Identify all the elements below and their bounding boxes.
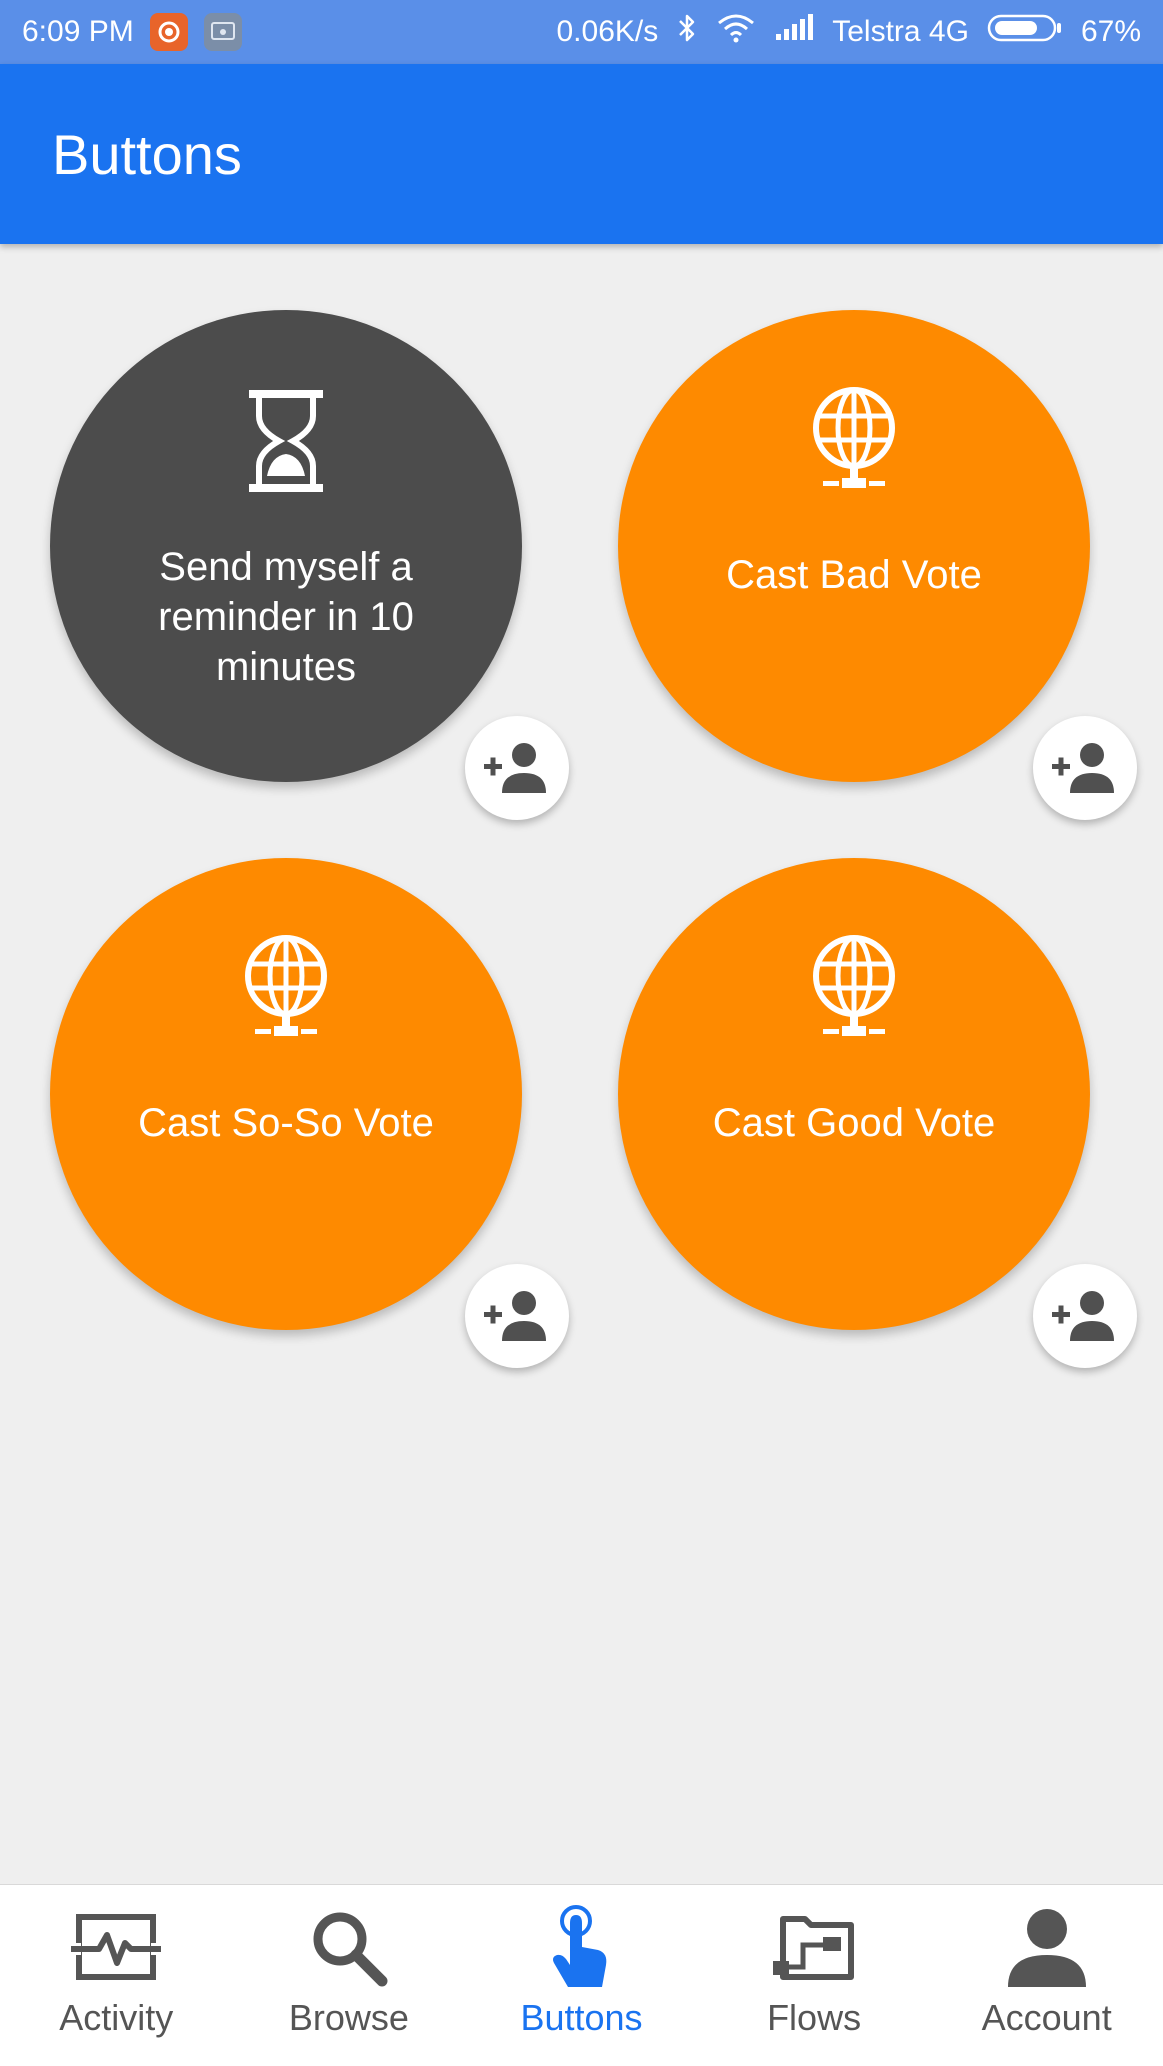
add-person-button[interactable] [1033,1264,1137,1368]
globe-network-icon [813,387,895,488]
nav-item-buttons[interactable]: Buttons [465,1885,698,2066]
status-time: 6:09 PM [22,15,134,48]
network-speed: 0.06K/s [556,15,659,48]
add-person-icon [1052,1291,1114,1341]
nav-item-flows[interactable]: Flows [698,1885,931,2066]
app-notification-icon [149,13,188,51]
globe-network-icon [245,935,327,1036]
wifi-icon [716,13,756,51]
cast-bad-vote-button[interactable]: Cast Bad Vote [618,310,1090,782]
nav-label: Buttons [520,1997,643,2038]
battery-icon [987,13,1063,51]
status-left: 6:09 PM [22,13,242,51]
nav-label: Account [981,1997,1112,2038]
reminder-button[interactable]: Send myself a reminder in 10 minutes [50,310,522,782]
nav-item-browse[interactable]: Browse [233,1885,466,2066]
cast-so-so-vote-button[interactable]: Cast So-So Vote [50,858,522,1330]
add-person-button[interactable] [465,716,569,820]
button-label: Cast Bad Vote [726,553,982,597]
bottom-nav: Activity Browse Buttons Flows Account [0,1884,1163,2066]
bluetooth-icon [676,12,698,52]
nav-label: Browse [288,1997,409,2038]
globe-network-icon [813,935,895,1036]
button-label: Cast So-So Vote [138,1101,434,1145]
screen-cast-icon [203,13,242,51]
account-icon [1007,1909,1086,1987]
carrier-label: Telstra 4G [832,15,969,48]
add-person-button[interactable] [465,1264,569,1368]
app-bar: Buttons [0,64,1163,244]
battery-percent: 67% [1080,15,1141,48]
hourglass-icon [249,390,323,492]
signal-icon [774,14,814,50]
status-bar: 6:09 PM 0.06K/s Telstra 4G 67% [0,0,1163,64]
touch-icon [553,1905,607,1987]
button-label: Send myself a reminder in 10 minutes [158,545,414,689]
flows-icon [773,1916,855,1980]
page-title: Buttons [52,123,242,186]
screen: 6:09 PM 0.06K/s Telstra 4G 67% Buttons S… [0,0,1163,2066]
add-person-button[interactable] [1033,716,1137,820]
search-icon [313,1912,388,1987]
add-person-icon [484,743,546,793]
nav-label: Activity [59,1997,174,2038]
add-person-icon [1052,743,1114,793]
add-person-icon [484,1291,546,1341]
nav-item-account[interactable]: Account [930,1885,1163,2066]
activity-icon [71,1914,162,1980]
nav-label: Flows [767,1997,862,2038]
status-right: 0.06K/s Telstra 4G 67% [556,12,1141,52]
cast-good-vote-button[interactable]: Cast Good Vote [618,858,1090,1330]
nav-item-activity[interactable]: Activity [0,1885,233,2066]
button-label: Cast Good Vote [712,1101,996,1145]
